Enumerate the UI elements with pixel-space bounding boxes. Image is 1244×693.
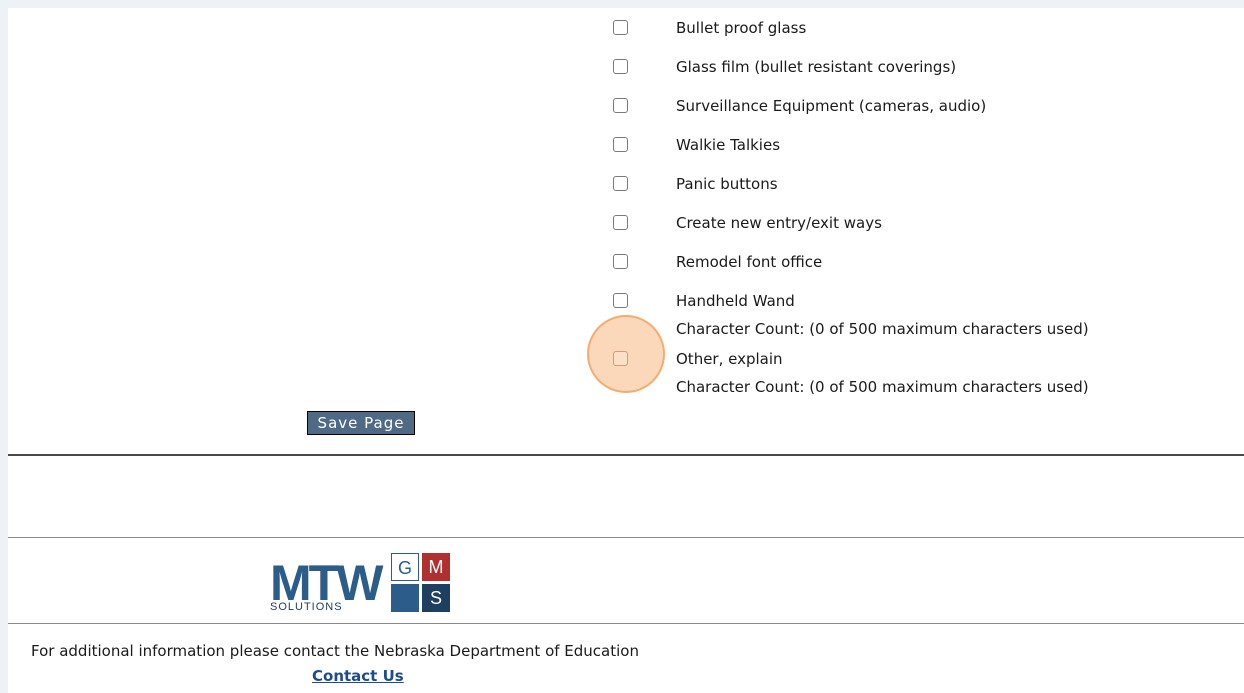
section-divider xyxy=(8,454,1244,456)
page-content: Bullet proof glass Glass film (bullet re… xyxy=(8,8,1244,693)
checkbox-bullet-proof-glass[interactable] xyxy=(613,20,628,35)
save-page-button[interactable]: Save Page xyxy=(307,411,415,435)
footer-divider-top xyxy=(8,537,1244,538)
logo-cell-m: M xyxy=(422,553,450,581)
checkbox-glass-film[interactable] xyxy=(613,59,628,74)
checkbox-walkie-talkies[interactable] xyxy=(613,137,628,152)
option-row-other-explain[interactable]: Other, explain xyxy=(8,349,1244,375)
option-label: Handheld Wand xyxy=(676,292,795,310)
option-row-glass-film[interactable]: Glass film (bullet resistant coverings) xyxy=(8,57,1244,83)
option-row-walkie-talkies[interactable]: Walkie Talkies xyxy=(8,135,1244,161)
option-label: Remodel font office xyxy=(676,253,823,271)
checkbox-other-explain[interactable] xyxy=(613,351,628,366)
option-label: Create new entry/exit ways xyxy=(676,214,882,232)
option-row-surveillance-equipment[interactable]: Surveillance Equipment (cameras, audio) xyxy=(8,96,1244,122)
checkbox-surveillance-equipment[interactable] xyxy=(613,98,628,113)
logo-mtw-text: MTW xyxy=(270,555,383,611)
mtw-gms-logo: MTW SOLUTIONS G M S xyxy=(270,553,452,613)
logo-cell-s: S xyxy=(422,584,450,612)
logo-cell-blank xyxy=(391,584,419,612)
logo-cell-g: G xyxy=(391,553,419,581)
checkbox-create-entry-exit[interactable] xyxy=(613,215,628,230)
contact-us-link[interactable]: Contact Us xyxy=(312,666,404,686)
option-label: Other, explain xyxy=(676,350,783,368)
checkbox-panic-buttons[interactable] xyxy=(613,176,628,191)
option-row-panic-buttons[interactable]: Panic buttons xyxy=(8,174,1244,200)
option-label: Bullet proof glass xyxy=(676,19,807,37)
option-row-create-entry-exit[interactable]: Create new entry/exit ways xyxy=(8,213,1244,239)
footer-info-text: For additional information please contac… xyxy=(31,642,639,660)
option-label: Walkie Talkies xyxy=(676,136,781,154)
option-row-handheld-wand[interactable]: Handheld Wand xyxy=(8,291,1244,317)
character-count-handheld-wand: Character Count: (0 of 500 maximum chara… xyxy=(676,320,1089,338)
logo-gms-grid: G M S xyxy=(391,553,451,613)
logo-solutions-text: SOLUTIONS xyxy=(270,601,386,613)
option-label: Glass film (bullet resistant coverings) xyxy=(676,58,957,76)
checkbox-handheld-wand[interactable] xyxy=(613,293,628,308)
footer-divider-bottom xyxy=(8,623,1244,624)
option-label: Panic buttons xyxy=(676,175,778,193)
checkbox-remodel-front-office[interactable] xyxy=(613,254,628,269)
character-count-other: Character Count: (0 of 500 maximum chara… xyxy=(676,378,1089,396)
option-label: Surveillance Equipment (cameras, audio) xyxy=(676,97,987,115)
option-row-bullet-proof-glass[interactable]: Bullet proof glass xyxy=(8,18,1244,44)
option-row-remodel-front-office[interactable]: Remodel font office xyxy=(8,252,1244,278)
